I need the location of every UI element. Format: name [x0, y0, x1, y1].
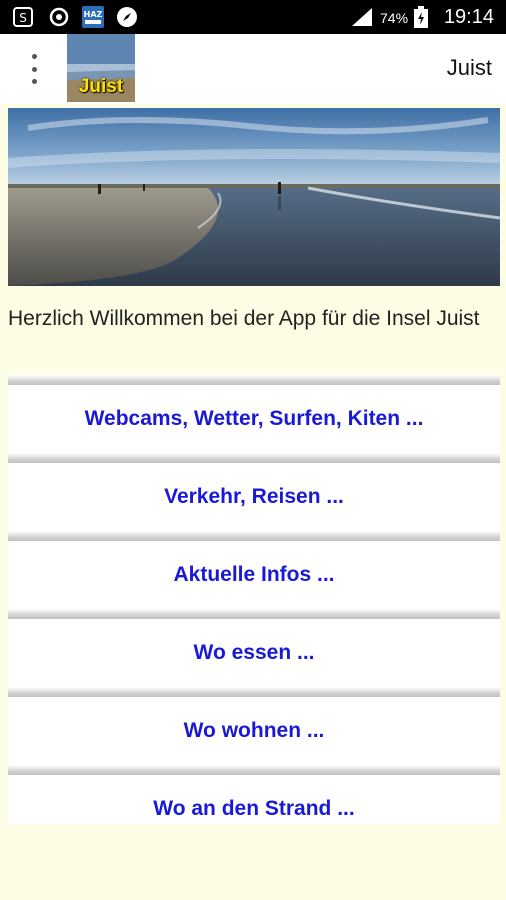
divider — [8, 765, 500, 775]
aktuelle-infos-button[interactable]: Aktuelle Infos ... — [8, 541, 500, 609]
divider — [8, 375, 500, 385]
screenshot-icon: S — [12, 6, 34, 28]
webcams-button[interactable]: Webcams, Wetter, Surfen, Kiten ... — [8, 385, 500, 453]
verkehr-button[interactable]: Verkehr, Reisen ... — [8, 463, 500, 531]
beach-photo — [8, 108, 500, 286]
app-logo: Juist — [67, 34, 135, 102]
sync-icon — [48, 6, 70, 28]
haz-epaper-app-icon: HAZ — [82, 6, 104, 28]
app-logo-text: Juist — [78, 76, 124, 97]
menu-list: Webcams, Wetter, Surfen, Kiten ... Verke… — [8, 375, 500, 824]
battery-percent: 74% — [380, 10, 409, 26]
svg-text:HAZ: HAZ — [84, 10, 103, 19]
divider — [8, 609, 500, 619]
divider — [8, 453, 500, 463]
status-time: 19:14 — [443, 6, 494, 28]
signal-icon — [350, 6, 374, 28]
wo-wohnen-button[interactable]: Wo wohnen ... — [8, 697, 500, 765]
wo-essen-button[interactable]: Wo essen ... — [8, 619, 500, 687]
divider — [8, 687, 500, 697]
overflow-menu-icon[interactable] — [22, 54, 46, 84]
battery-icon — [414, 6, 428, 28]
status-bar: S HAZ 74% 19:14 — [0, 0, 506, 34]
svg-text:S: S — [19, 11, 27, 25]
action-bar: Juist Juist — [0, 34, 506, 104]
divider — [8, 531, 500, 541]
welcome-text: Herzlich Willkommen bei der App für die … — [8, 307, 480, 330]
compass-icon — [116, 6, 138, 28]
page-title: Juist — [446, 55, 492, 80]
strand-button[interactable]: Wo an den Strand ... — [8, 775, 500, 824]
